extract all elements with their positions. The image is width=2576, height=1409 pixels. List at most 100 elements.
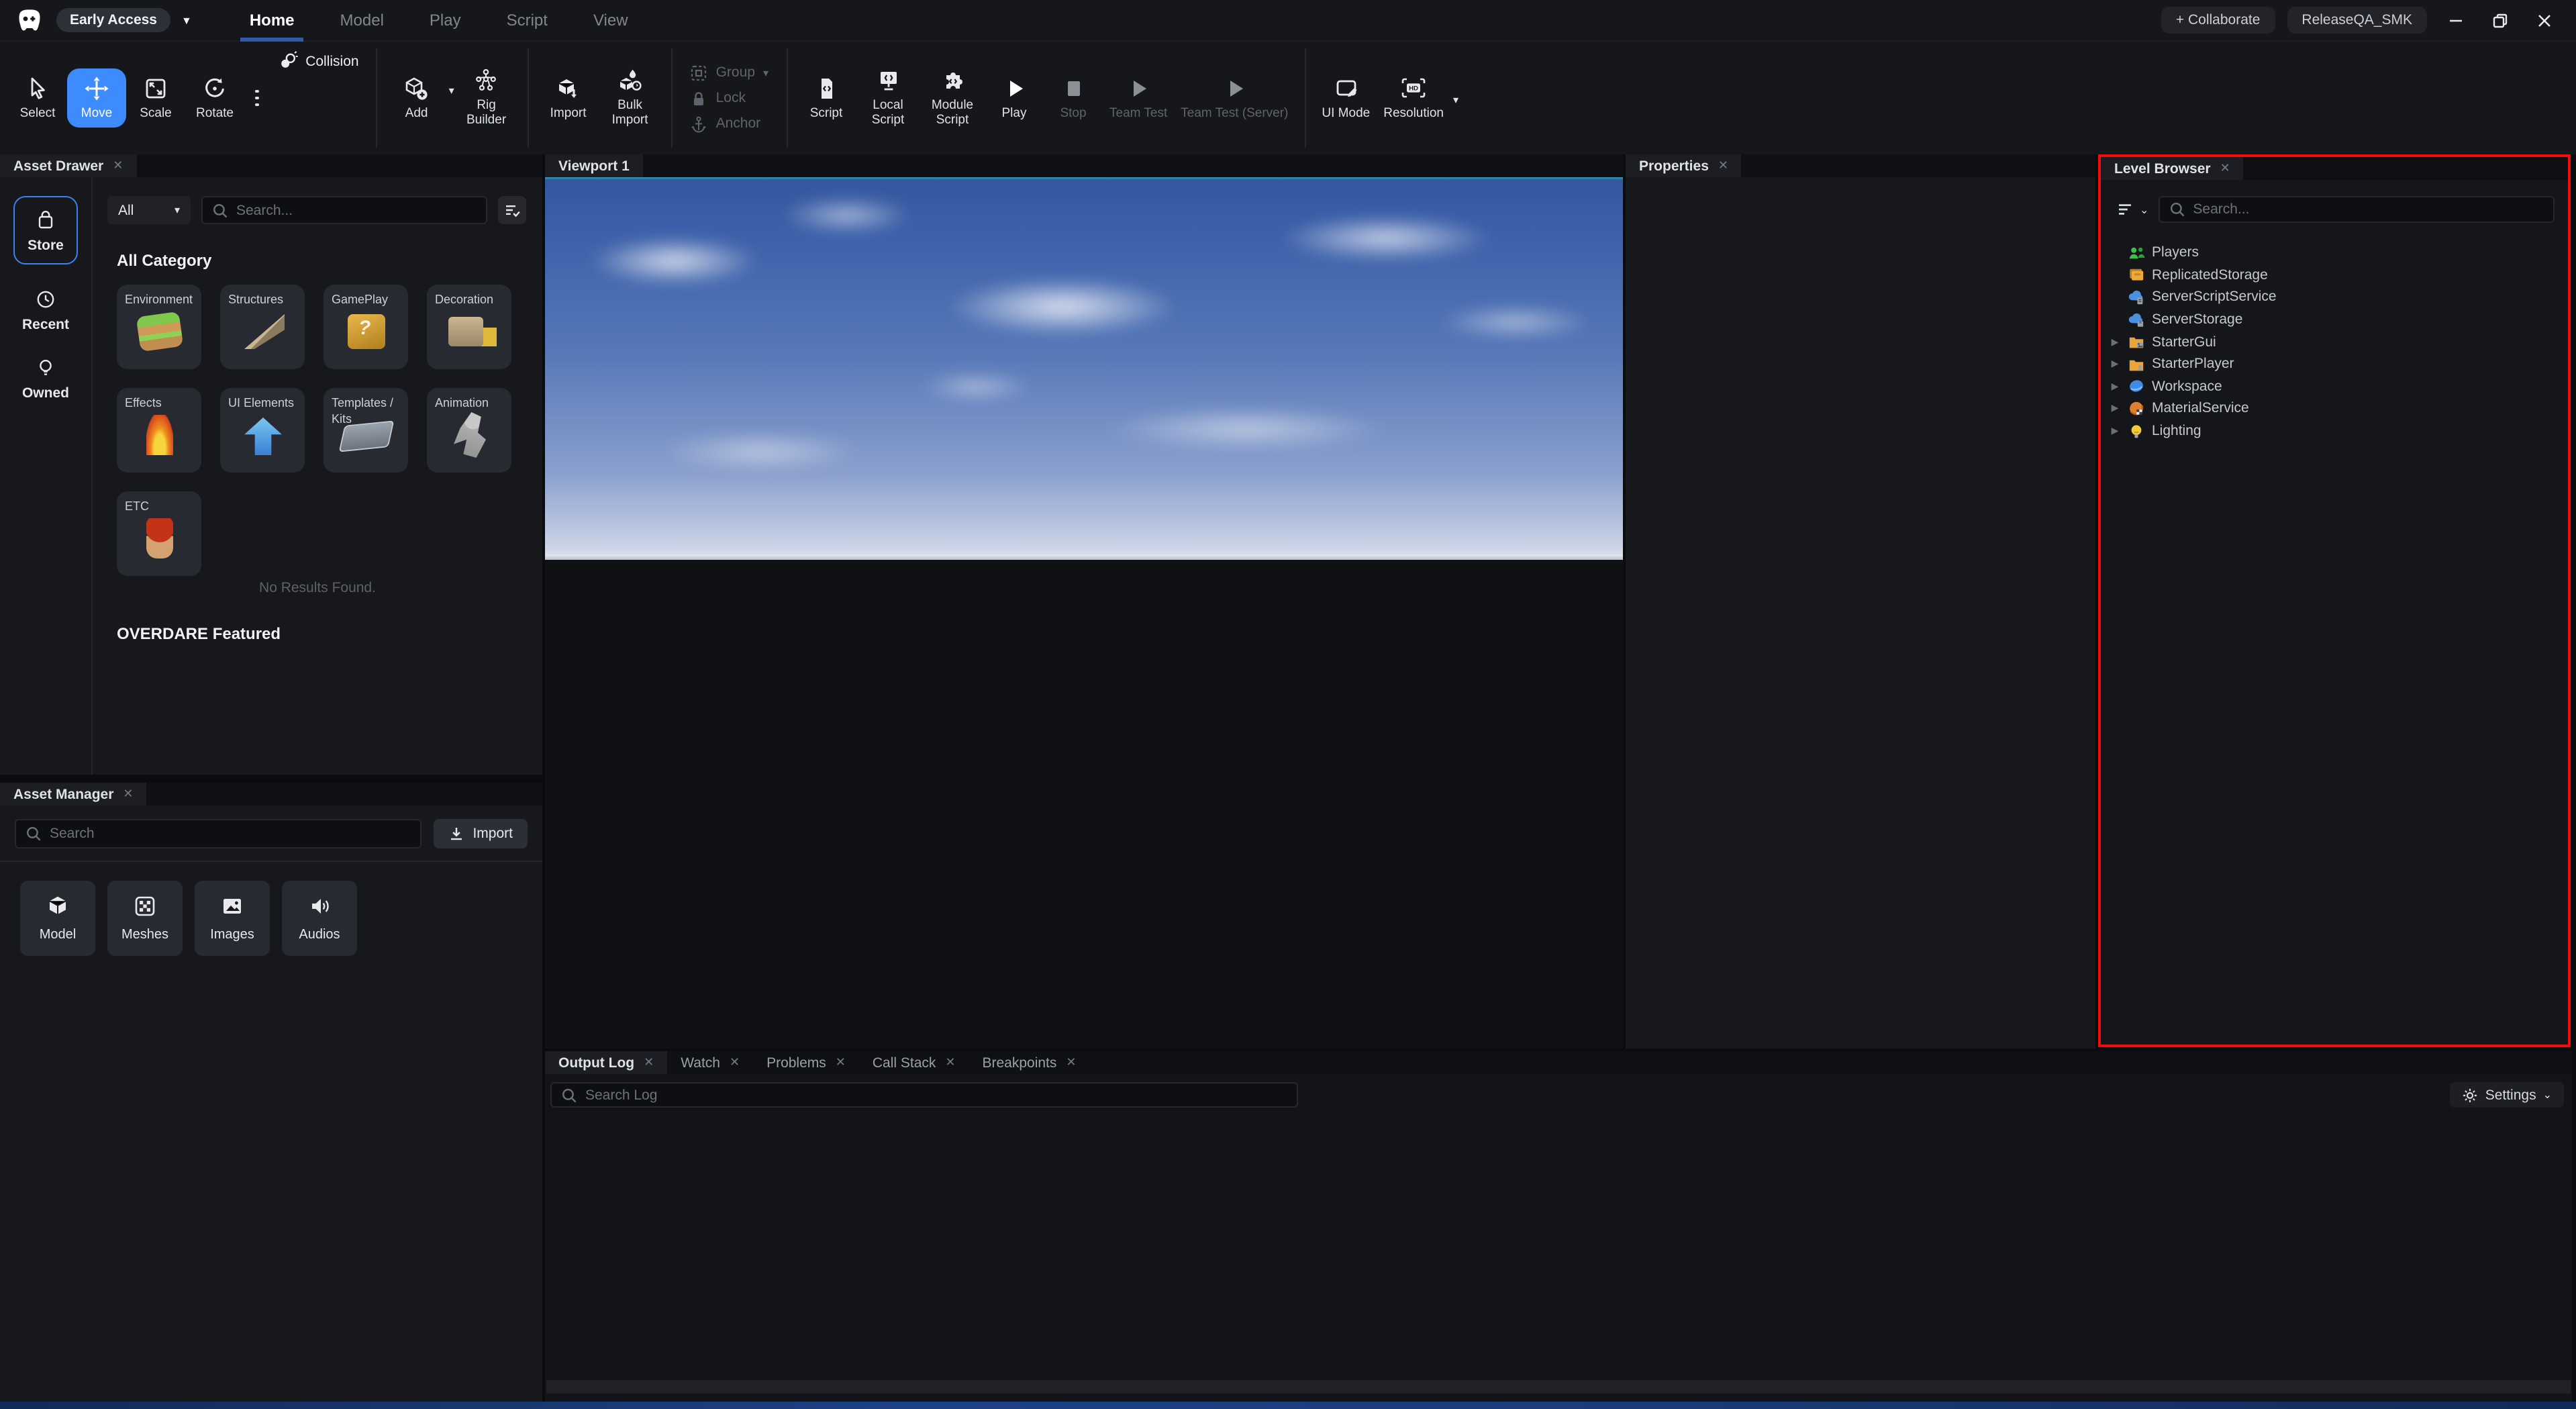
rig-builder-button[interactable]: Rig Builder	[454, 60, 519, 136]
expand-arrow[interactable]: ▶	[2109, 359, 2121, 370]
tree-item-replicated-storage[interactable]: ▶ ReplicatedStorage	[2109, 264, 2568, 286]
tree-item-lighting[interactable]: ▶ Lighting	[2109, 420, 2568, 442]
level-browser-filter-button[interactable]: ⌄	[2112, 201, 2148, 217]
close-icon[interactable]: ✕	[836, 1055, 846, 1070]
close-icon[interactable]: ✕	[730, 1055, 740, 1070]
asset-type-meshes[interactable]: Meshes	[107, 881, 183, 956]
tab-output-log[interactable]: Output Log ✕	[545, 1051, 667, 1074]
tree-item-starter-gui[interactable]: ▶ StarterGui	[2109, 331, 2568, 353]
properties-tab[interactable]: Properties ✕	[1626, 154, 1742, 177]
collision-toggle[interactable]: Collision	[269, 48, 366, 74]
collaborate-button[interactable]: + Collaborate	[2161, 7, 2275, 34]
close-icon[interactable]: ✕	[123, 787, 133, 801]
asset-drawer-search-input[interactable]	[236, 202, 477, 218]
tab-view[interactable]: View	[571, 0, 651, 41]
close-icon[interactable]: ✕	[2220, 161, 2230, 176]
add-dropdown-icon[interactable]: ▾	[449, 84, 454, 96]
asset-filter-button[interactable]	[498, 196, 526, 224]
rail-item-store[interactable]: Store	[13, 196, 79, 264]
scale-tool-button[interactable]: Scale	[126, 68, 185, 128]
tab-breakpoints[interactable]: Breakpoints ✕	[969, 1051, 1090, 1074]
asset-type-model[interactable]: Model	[20, 881, 95, 956]
tab-model[interactable]: Model	[317, 0, 407, 41]
tree-item-server-storage[interactable]: ▶ ServerStorage	[2109, 309, 2568, 331]
tree-item-workspace[interactable]: ▶ Workspace	[2109, 375, 2568, 397]
resolution-dropdown-icon[interactable]: ▾	[1453, 95, 1458, 107]
asset-type-images[interactable]: Images	[195, 881, 270, 956]
ui-mode-button[interactable]: UI Mode	[1315, 68, 1377, 128]
tab-play[interactable]: Play	[407, 0, 484, 41]
category-tile-environment[interactable]: Environment	[117, 285, 201, 369]
category-tile-decoration[interactable]: Decoration	[427, 285, 511, 369]
level-browser-tab[interactable]: Level Browser ✕	[2101, 157, 2244, 180]
close-icon[interactable]: ✕	[1066, 1055, 1076, 1070]
tab-watch[interactable]: Watch ✕	[667, 1051, 753, 1074]
import-button[interactable]: Import	[539, 68, 598, 128]
level-browser-search-input[interactable]	[2193, 201, 2544, 217]
category-tile-etc[interactable]: ETC	[117, 491, 201, 576]
script-button[interactable]: Script	[797, 68, 856, 128]
category-tile-ui-elements[interactable]: UI Elements	[220, 388, 305, 473]
team-test-button[interactable]: Team Test	[1103, 68, 1174, 128]
close-button[interactable]	[2528, 5, 2560, 35]
local-script-button[interactable]: Local Script	[856, 60, 920, 136]
module-script-button[interactable]: Module Script	[920, 60, 985, 136]
level-browser-search[interactable]	[2158, 196, 2555, 223]
tab-problems[interactable]: Problems ✕	[753, 1051, 859, 1074]
category-tile-templates-kits[interactable]: Templates / Kits	[324, 388, 408, 473]
badge-dropdown-icon[interactable]: ▼	[181, 14, 192, 26]
team-test-server-button[interactable]: Team Test (Server)	[1174, 68, 1295, 128]
category-tile-animation[interactable]: Animation	[427, 388, 511, 473]
asset-import-button[interactable]: Import	[434, 819, 528, 848]
select-tool-button[interactable]: Select	[8, 68, 67, 128]
viewport-3d-scene[interactable]	[545, 177, 1623, 1049]
asset-manager-search-input[interactable]	[50, 826, 411, 842]
transform-more-button[interactable]	[244, 89, 269, 107]
close-icon[interactable]: ✕	[113, 158, 123, 173]
category-filter-select[interactable]: All ▾	[107, 196, 191, 224]
viewport-tab[interactable]: Viewport 1	[545, 154, 643, 177]
log-scrollbar-track[interactable]	[546, 1379, 2571, 1393]
expand-arrow[interactable]: ▶	[2109, 426, 2121, 436]
category-tile-gameplay[interactable]: GamePlay	[324, 285, 408, 369]
close-icon[interactable]: ✕	[1718, 158, 1728, 173]
rail-item-recent[interactable]: Recent	[22, 289, 69, 333]
tree-item-starter-player[interactable]: ▶ StarterPlayer	[2109, 353, 2568, 375]
category-tile-structures[interactable]: Structures	[220, 285, 305, 369]
minimize-button[interactable]	[2439, 5, 2471, 35]
group-button[interactable]: Group ▾	[691, 64, 769, 81]
close-icon[interactable]: ✕	[945, 1055, 955, 1070]
expand-arrow[interactable]: ▶	[2109, 403, 2121, 414]
rail-item-owned[interactable]: Owned	[22, 357, 69, 401]
lock-button[interactable]: Lock	[691, 89, 769, 107]
early-access-badge[interactable]: Early Access	[56, 8, 170, 32]
log-search-input[interactable]	[585, 1087, 1287, 1103]
tab-home[interactable]: Home	[227, 0, 317, 41]
move-tool-button[interactable]: Move	[67, 68, 126, 128]
stop-button[interactable]: Stop	[1044, 68, 1103, 128]
tree-item-players[interactable]: ▶ Players	[2109, 242, 2568, 264]
expand-arrow[interactable]: ▶	[2109, 381, 2121, 392]
tab-script[interactable]: Script	[484, 0, 571, 41]
add-button[interactable]: Add	[387, 68, 446, 128]
asset-drawer-search[interactable]	[201, 196, 487, 224]
close-icon[interactable]: ✕	[644, 1055, 654, 1070]
asset-drawer-tab[interactable]: Asset Drawer ✕	[0, 154, 136, 177]
account-badge[interactable]: ReleaseQA_SMK	[2287, 7, 2427, 34]
bulk-import-button[interactable]: Bulk Import	[598, 60, 662, 136]
asset-type-audios[interactable]: Audios	[282, 881, 357, 956]
anchor-button[interactable]: Anchor	[691, 115, 769, 132]
category-tile-effects[interactable]: Effects	[117, 388, 201, 473]
play-button[interactable]: Play	[985, 68, 1044, 128]
tab-call-stack[interactable]: Call Stack ✕	[859, 1051, 969, 1074]
resolution-button[interactable]: HD Resolution	[1377, 68, 1450, 128]
tree-item-material-service[interactable]: ▶ MaterialService	[2109, 397, 2568, 420]
rotate-tool-button[interactable]: Rotate	[185, 68, 244, 128]
log-search[interactable]	[550, 1083, 1298, 1108]
asset-manager-tab[interactable]: Asset Manager ✕	[0, 783, 147, 806]
restore-button[interactable]	[2483, 5, 2516, 35]
asset-manager-search[interactable]	[15, 819, 422, 848]
tree-item-server-script-service[interactable]: ▶ ServerScriptService	[2109, 286, 2568, 308]
expand-arrow[interactable]: ▶	[2109, 336, 2121, 347]
log-settings-button[interactable]: Settings ⌄	[2450, 1082, 2564, 1108]
